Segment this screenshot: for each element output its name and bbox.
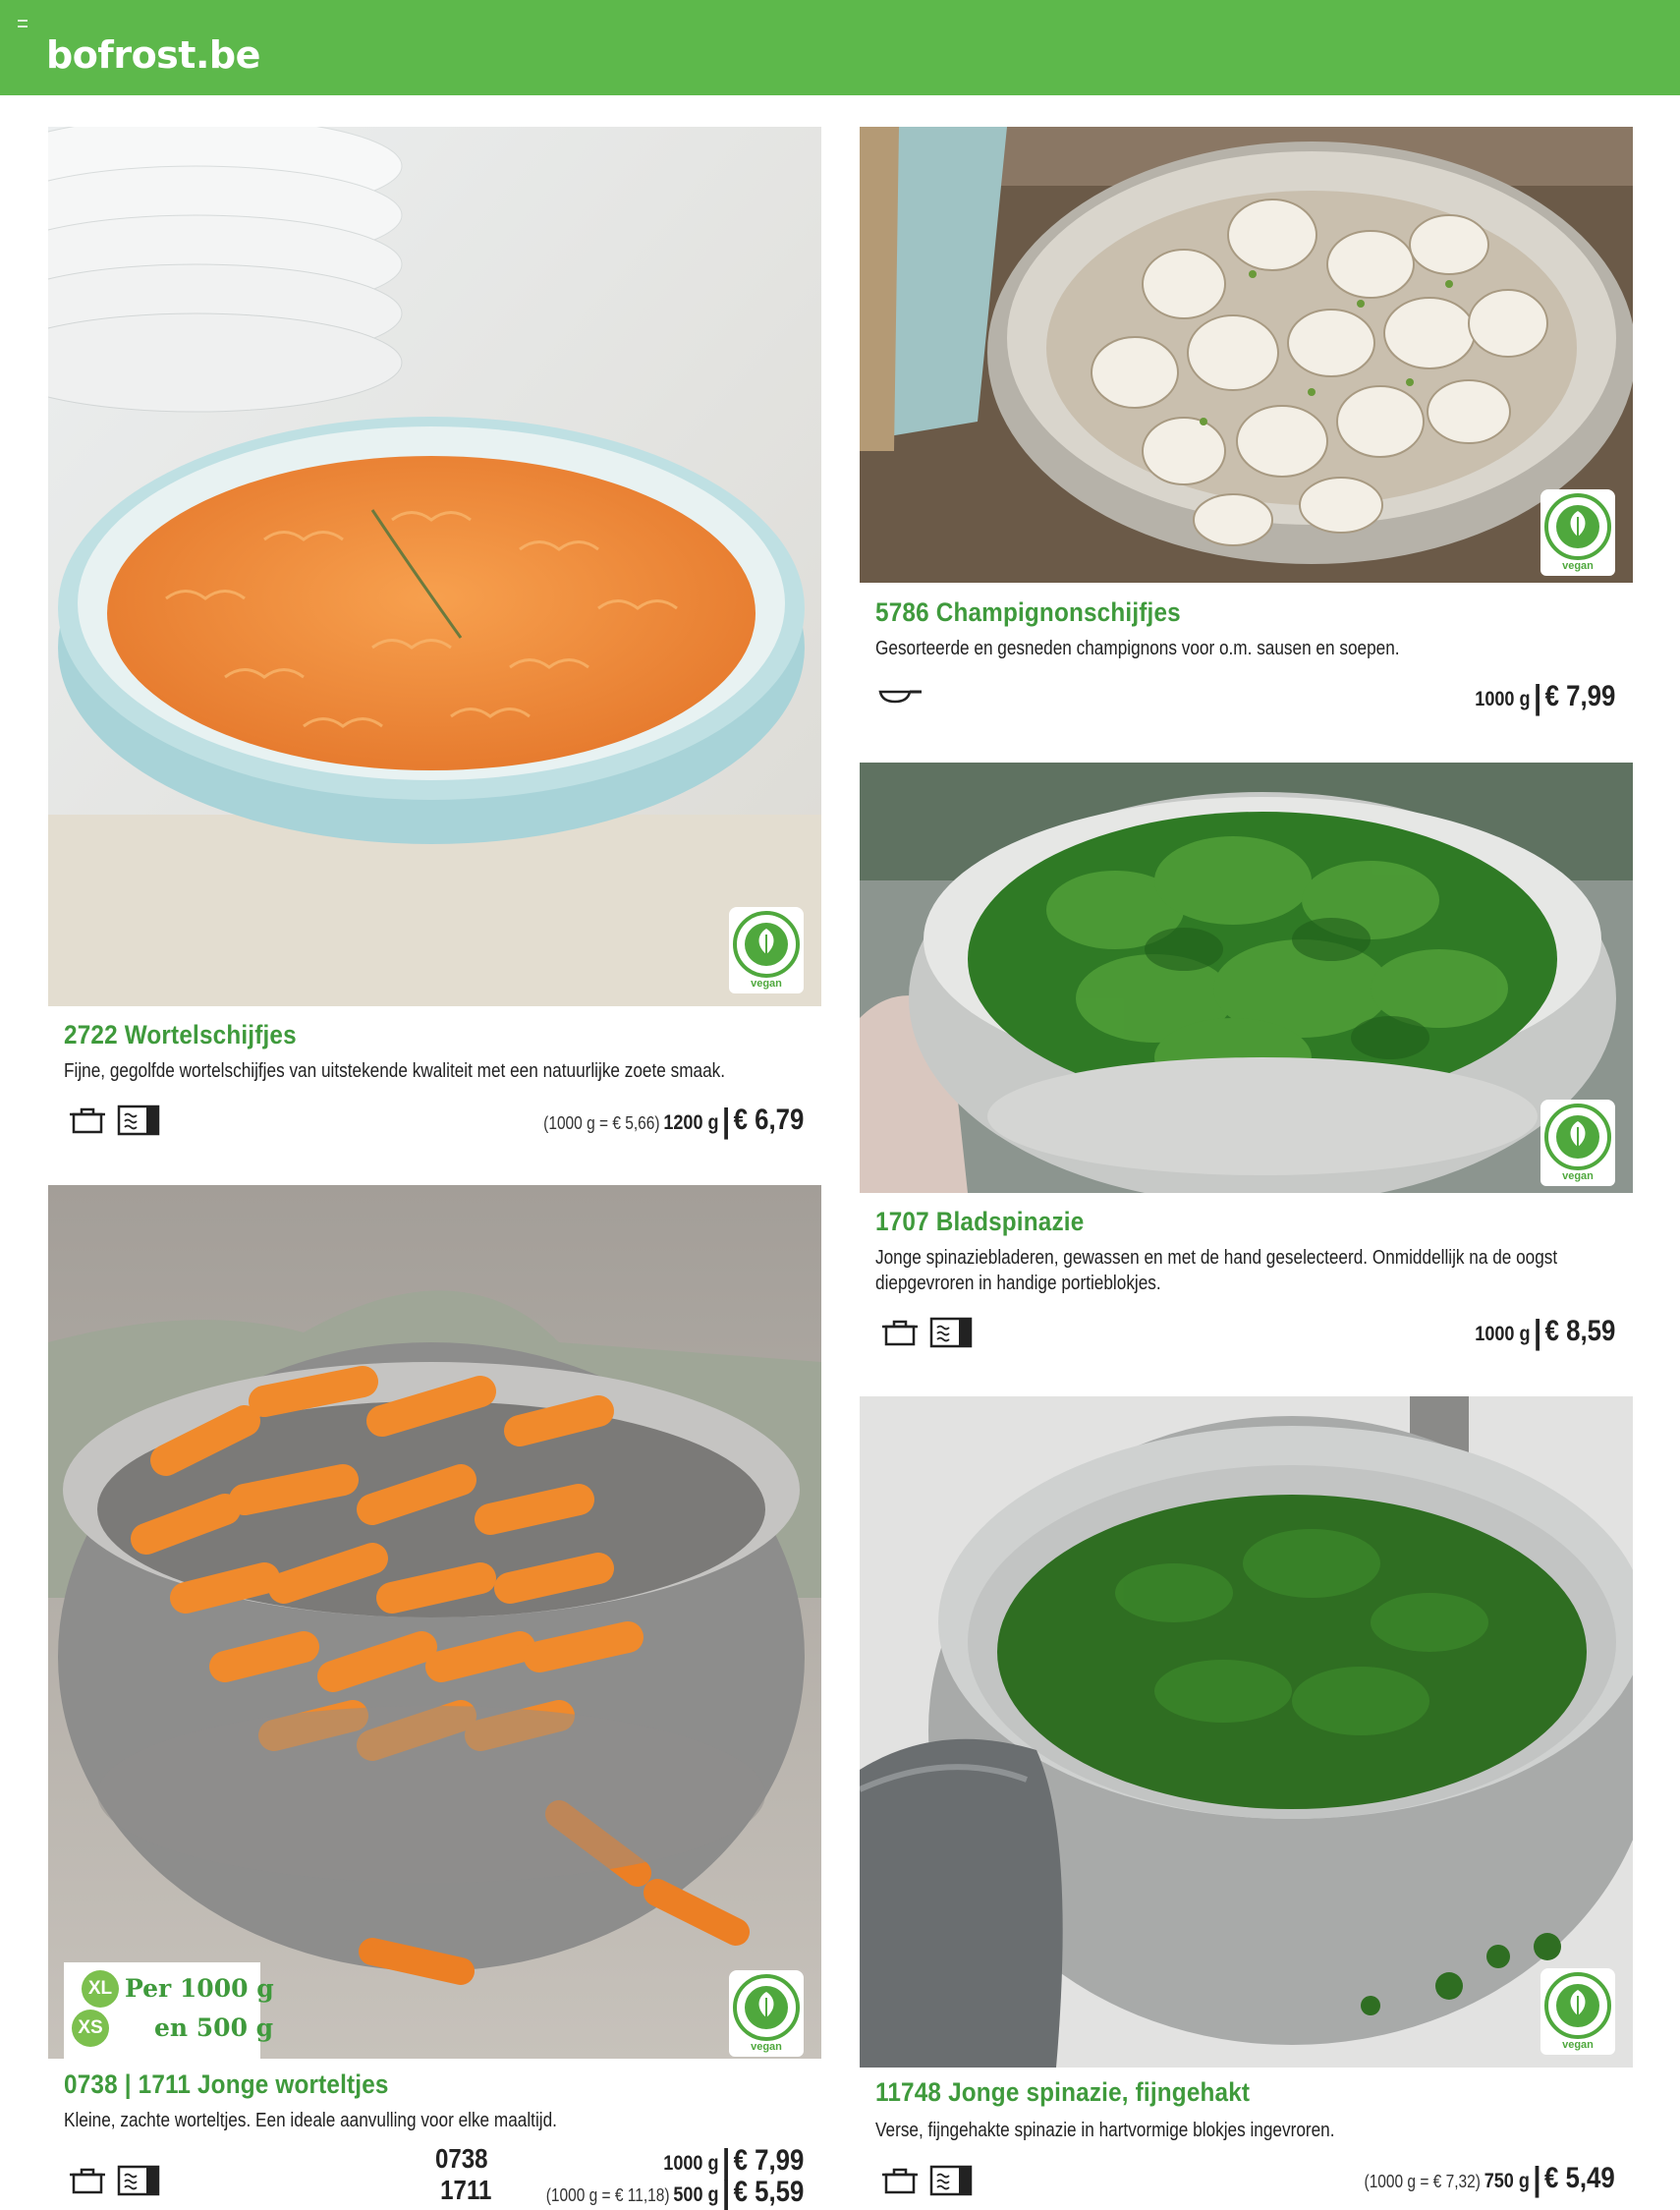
price: € 7,99	[733, 2144, 804, 2177]
product-title[interactable]: 1707 Bladspinazie	[875, 1207, 1084, 1237]
preparation-icons	[878, 680, 924, 711]
preparation-icons	[68, 1105, 160, 1136]
price-line: 1000 g | € 8,59	[1474, 1314, 1615, 1351]
pan-icon	[878, 690, 922, 704]
product-codes: 0738 1711	[435, 2143, 492, 2205]
product-title[interactable]: 0738 | 1711 Jonge worteltjes	[64, 2069, 389, 2100]
menu-icon[interactable]	[18, 20, 28, 28]
price: € 8,59	[1544, 1315, 1615, 1347]
bladspinazie-photo: vegan	[860, 763, 1633, 1193]
product-title[interactable]: 2722 Wortelschijfjes	[64, 1020, 297, 1050]
price: € 6,79	[733, 1104, 804, 1136]
xs-badge: XS	[72, 2010, 109, 2047]
price-line: 1000 g | € 7,99	[1474, 679, 1615, 716]
preparation-icons	[880, 1317, 973, 1348]
size-badges: XL XS Per 1000 g en 500 g	[64, 1962, 274, 2059]
worteltjes-photo: XL XS Per 1000 g en 500 g vegan	[48, 1185, 821, 2059]
oven-icon	[117, 2165, 160, 2196]
oven-icon	[117, 1105, 160, 1136]
wortelschijfjes-photo: vegan	[48, 127, 821, 1006]
product-description: Fijne, gegolfde wortelschijfjes van uits…	[64, 1060, 726, 1082]
product-title[interactable]: 11748 Jonge spinazie, fijngehakt	[875, 2077, 1250, 2108]
vegan-badge: vegan	[1540, 1968, 1615, 2055]
vegan-badge: vegan	[729, 907, 804, 993]
xl-badge: XL	[82, 1970, 119, 2008]
oven-icon	[929, 2165, 973, 2196]
pot-icon	[882, 1320, 918, 1346]
price: € 5,59	[733, 2176, 804, 2208]
pot-icon	[70, 1107, 105, 1134]
product-description: Gesorteerde en gesneden champignons voor…	[875, 638, 1400, 659]
product-description: Kleine, zachte worteltjes. Een ideale aa…	[64, 2110, 557, 2131]
product-description: Verse, fijngehakte spinazie in hartvormi…	[875, 2120, 1335, 2141]
header-bar: bofrost.be	[0, 0, 1680, 95]
price: € 7,99	[1544, 680, 1615, 712]
pot-icon	[70, 2168, 105, 2194]
price-line: (1000 g = € 7,32) 750 g | € 5,49	[1364, 2161, 1615, 2198]
product-title[interactable]: 5786 Champignonschijfjes	[875, 597, 1181, 628]
price: € 5,49	[1544, 2162, 1615, 2194]
vegan-badge: vegan	[729, 1970, 804, 2057]
vegan-badge: vegan	[1540, 489, 1615, 576]
product-description: Jonge spinaziebladeren, gewassen en met …	[875, 1247, 1558, 1294]
oven-icon	[929, 1317, 973, 1348]
price-line: (1000 g = € 5,66) 1200 g | € 6,79	[542, 1103, 804, 1140]
brand-logo[interactable]: bofrost.be	[46, 33, 260, 77]
pot-icon	[882, 2168, 918, 2194]
vegan-badge: vegan	[1540, 1100, 1615, 1186]
fijngehakt-photo: vegan	[860, 1396, 1633, 2068]
preparation-icons	[68, 2165, 160, 2196]
price-line: (1000 g = € 11,18) 500 g | € 5,59	[545, 2175, 804, 2210]
preparation-icons	[880, 2165, 973, 2196]
champignon-photo: vegan	[860, 127, 1633, 583]
